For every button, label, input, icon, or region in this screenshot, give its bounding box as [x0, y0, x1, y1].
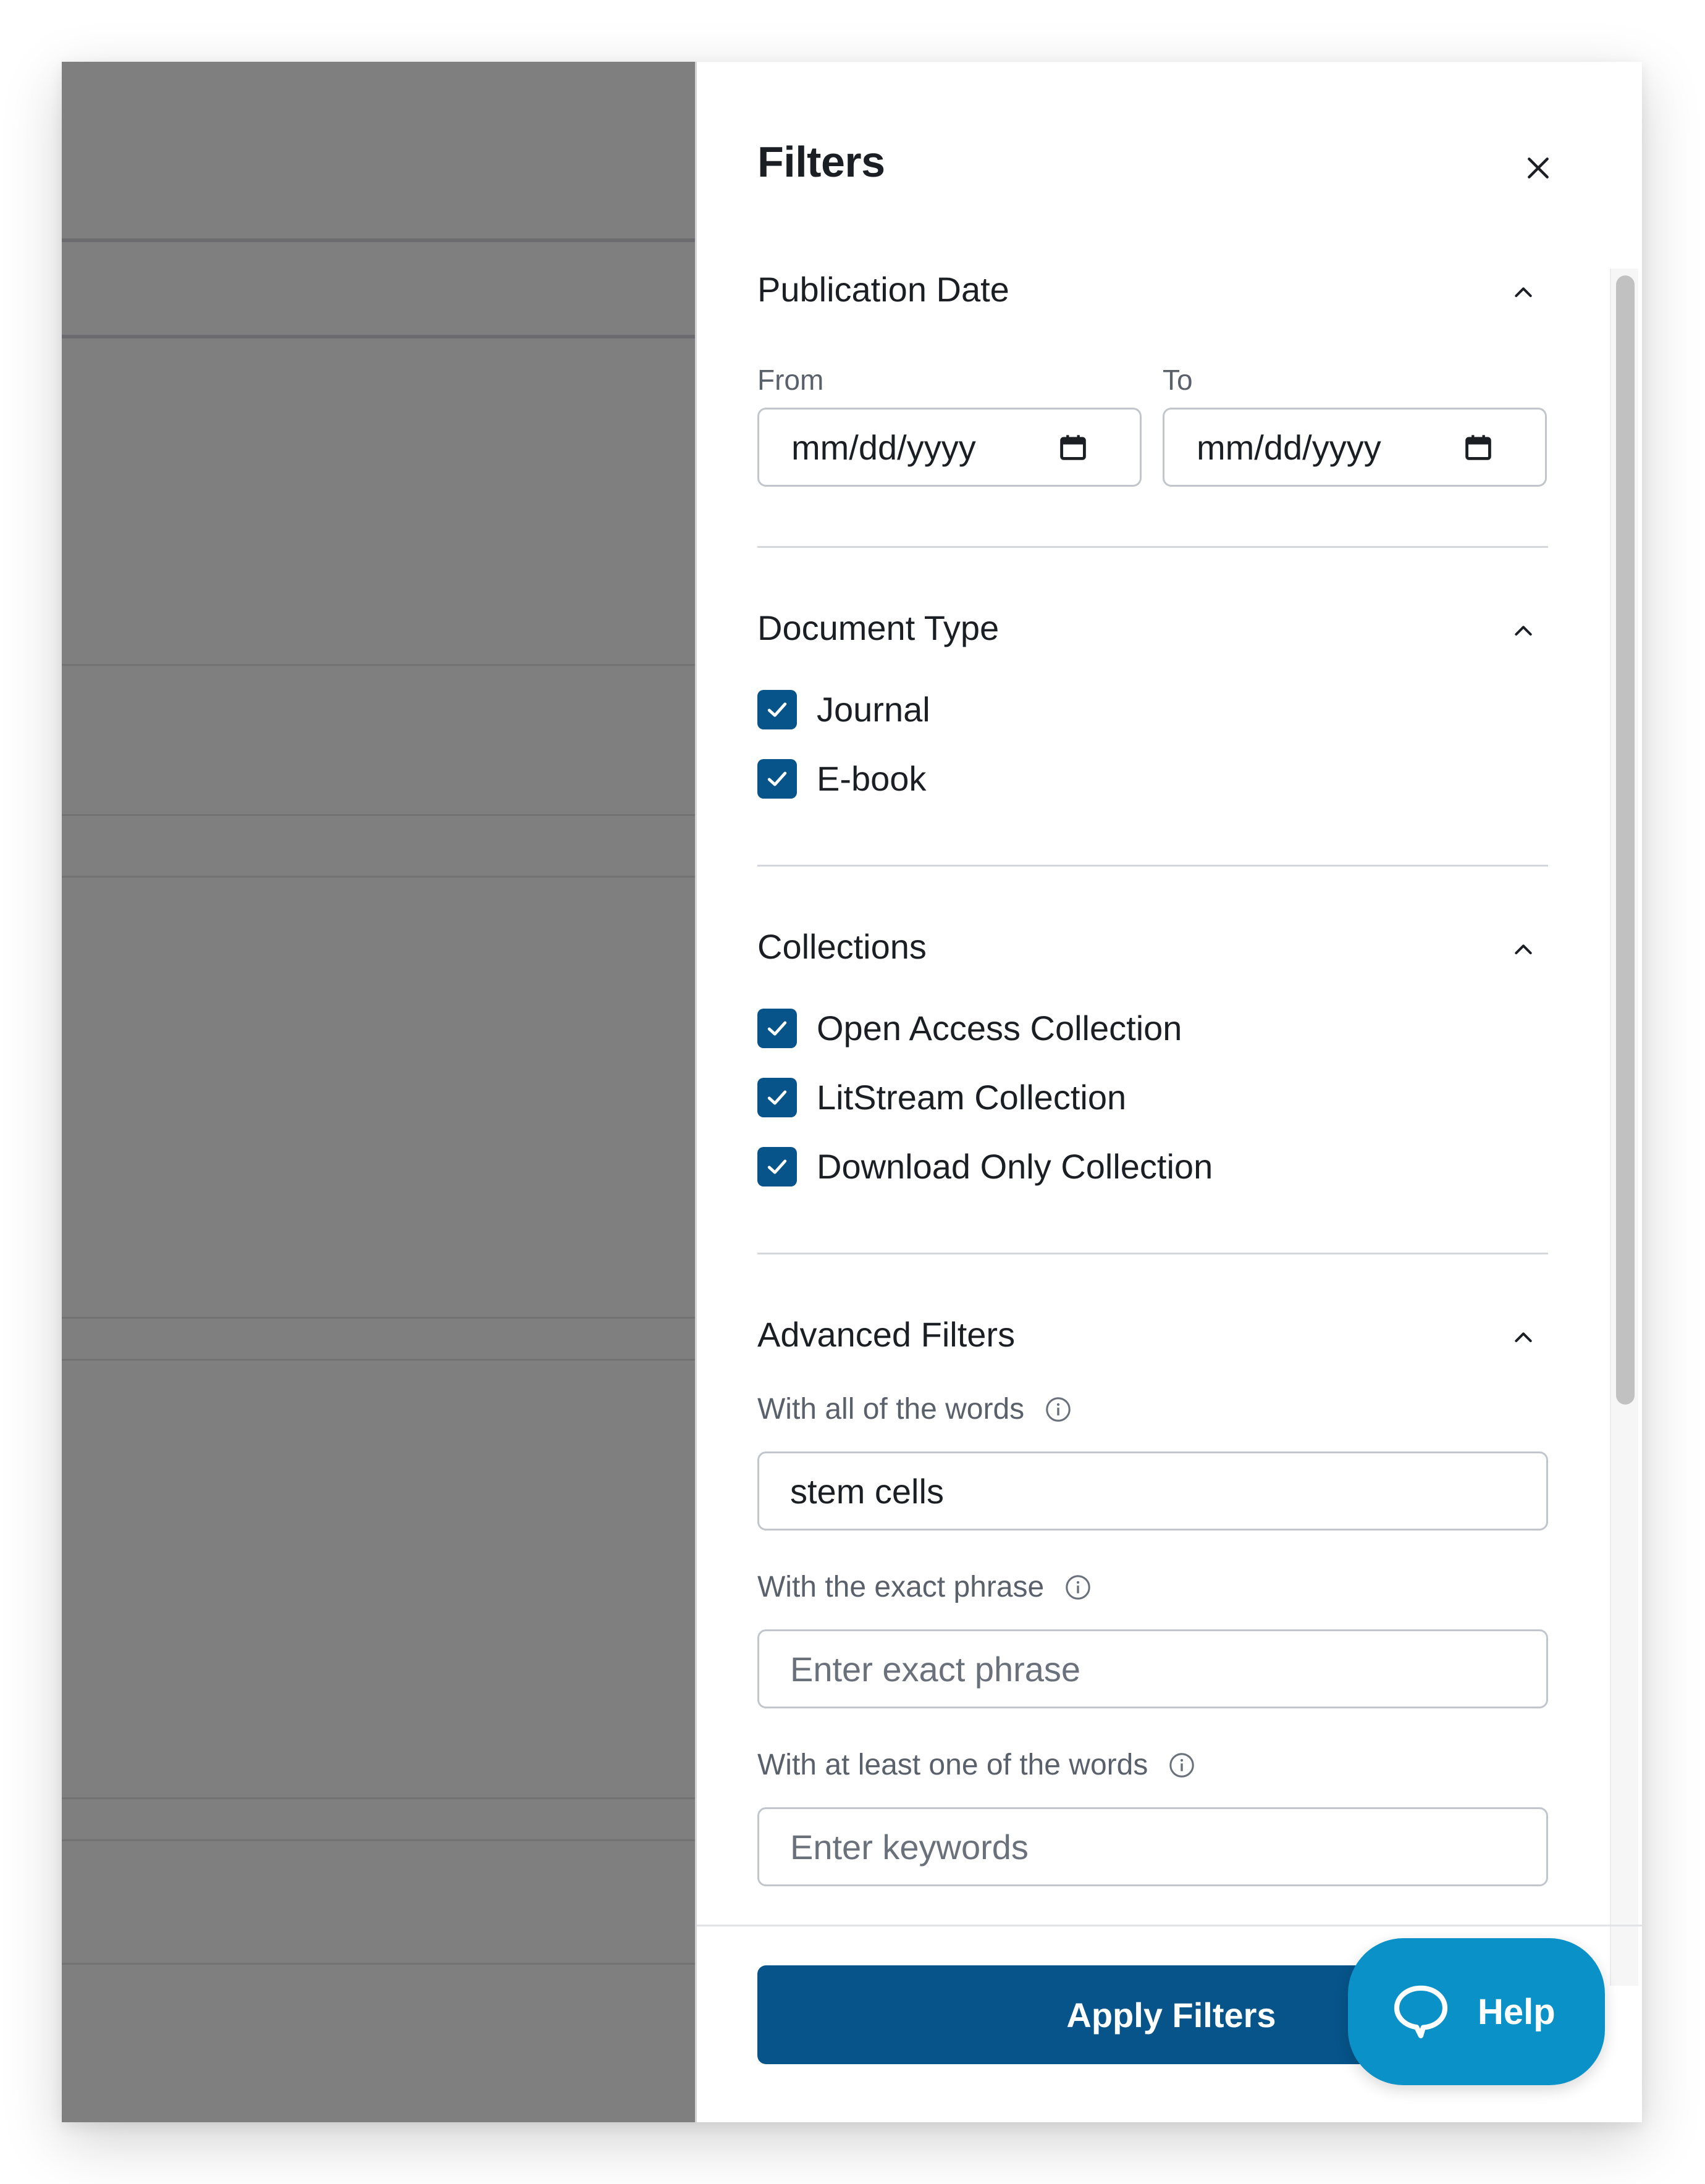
- exact-phrase-input[interactable]: [757, 1629, 1548, 1708]
- chat-bubble-icon: [1394, 1985, 1448, 2039]
- info-icon[interactable]: [1064, 1573, 1092, 1602]
- calendar-icon[interactable]: [1057, 432, 1089, 472]
- panel-title: Filters: [757, 138, 885, 186]
- advanced-filters-collapse-button[interactable]: [1505, 1319, 1542, 1356]
- overlay-divider: [62, 1797, 695, 1799]
- checkbox-label: E-book: [817, 759, 927, 798]
- overlay-divider: [62, 238, 695, 242]
- overlay-divider: [62, 335, 695, 338]
- checkbox-journal[interactable]: Journal: [757, 689, 930, 729]
- overlay-divider: [62, 1317, 695, 1319]
- close-button[interactable]: [1516, 146, 1560, 190]
- checkbox-checked[interactable]: [757, 1008, 797, 1048]
- all-words-input[interactable]: [757, 1451, 1548, 1531]
- exact-phrase-label-row: With the exact phrase: [757, 1570, 1092, 1604]
- chevron-up-icon: [1515, 626, 1532, 636]
- info-icon[interactable]: [1168, 1751, 1196, 1779]
- checkbox-open-access[interactable]: Open Access Collection: [757, 1008, 1182, 1048]
- exact-phrase-label: With the exact phrase: [757, 1571, 1045, 1603]
- any-words-input[interactable]: [757, 1807, 1548, 1886]
- chevron-up-icon: [1515, 944, 1532, 954]
- from-label: From: [757, 364, 824, 396]
- check-icon: [767, 1159, 787, 1174]
- checkbox-checked[interactable]: [757, 1077, 797, 1117]
- checkbox-checked[interactable]: [757, 758, 797, 799]
- checkbox-label: Open Access Collection: [817, 1009, 1182, 1048]
- collections-collapse-button[interactable]: [1505, 931, 1542, 968]
- overlay-divider: [62, 1839, 695, 1841]
- help-button[interactable]: Help: [1348, 1938, 1605, 2085]
- any-words-label-row: With at least one of the words: [757, 1748, 1196, 1782]
- filters-panel: Filters Publication Date From To mm/dd/y…: [695, 62, 1642, 2122]
- checkbox-checked[interactable]: [757, 689, 797, 729]
- check-icon: [767, 1020, 787, 1036]
- overlay-divider: [62, 876, 695, 878]
- from-date-value: mm/dd/yyyy: [791, 427, 976, 467]
- section-divider: [757, 865, 1548, 867]
- overlay-divider: [62, 1963, 695, 1965]
- all-words-label: With all of the words: [757, 1393, 1025, 1426]
- check-icon: [767, 771, 787, 786]
- close-icon: [1528, 158, 1549, 178]
- check-icon: [767, 1090, 787, 1105]
- checkbox-download-only[interactable]: Download Only Collection: [757, 1146, 1213, 1186]
- checkbox-label: Journal: [817, 690, 930, 729]
- page-overlay[interactable]: [62, 62, 695, 2122]
- all-words-label-row: With all of the words: [757, 1392, 1072, 1426]
- document-type-collapse-button[interactable]: [1505, 613, 1542, 650]
- footer-divider: [697, 1925, 1642, 1926]
- publication-date-collapse-button[interactable]: [1505, 274, 1542, 311]
- overlay-divider: [62, 664, 695, 666]
- checkbox-label: Download Only Collection: [817, 1147, 1213, 1186]
- check-icon: [767, 702, 787, 717]
- checkbox-checked[interactable]: [757, 1146, 797, 1186]
- chevron-up-icon: [1515, 1332, 1532, 1342]
- to-date-input[interactable]: mm/dd/yyyy: [1163, 408, 1547, 487]
- advanced-filters-title: Advanced Filters: [757, 1315, 1016, 1354]
- section-divider: [757, 546, 1548, 548]
- app-window: Filters Publication Date From To mm/dd/y…: [62, 62, 1642, 2122]
- from-date-input[interactable]: mm/dd/yyyy: [757, 408, 1142, 487]
- overlay-divider: [62, 814, 695, 816]
- checkbox-litstream[interactable]: LitStream Collection: [757, 1077, 1126, 1117]
- publication-date-title: Publication Date: [757, 270, 1009, 309]
- checkbox-ebook[interactable]: E-book: [757, 758, 926, 799]
- any-words-label: With at least one of the words: [757, 1749, 1148, 1781]
- document-type-title: Document Type: [757, 608, 1000, 647]
- section-divider: [757, 1253, 1548, 1254]
- to-label: To: [1163, 364, 1193, 396]
- collections-title: Collections: [757, 927, 927, 966]
- overlay-divider: [62, 1359, 695, 1361]
- info-icon[interactable]: [1044, 1395, 1072, 1424]
- checkbox-label: LitStream Collection: [817, 1078, 1127, 1117]
- chevron-up-icon: [1515, 287, 1532, 297]
- to-date-value: mm/dd/yyyy: [1197, 427, 1381, 467]
- calendar-icon[interactable]: [1462, 432, 1494, 472]
- help-label: Help: [1478, 1991, 1556, 2032]
- scrollbar-thumb[interactable]: [1616, 275, 1635, 1405]
